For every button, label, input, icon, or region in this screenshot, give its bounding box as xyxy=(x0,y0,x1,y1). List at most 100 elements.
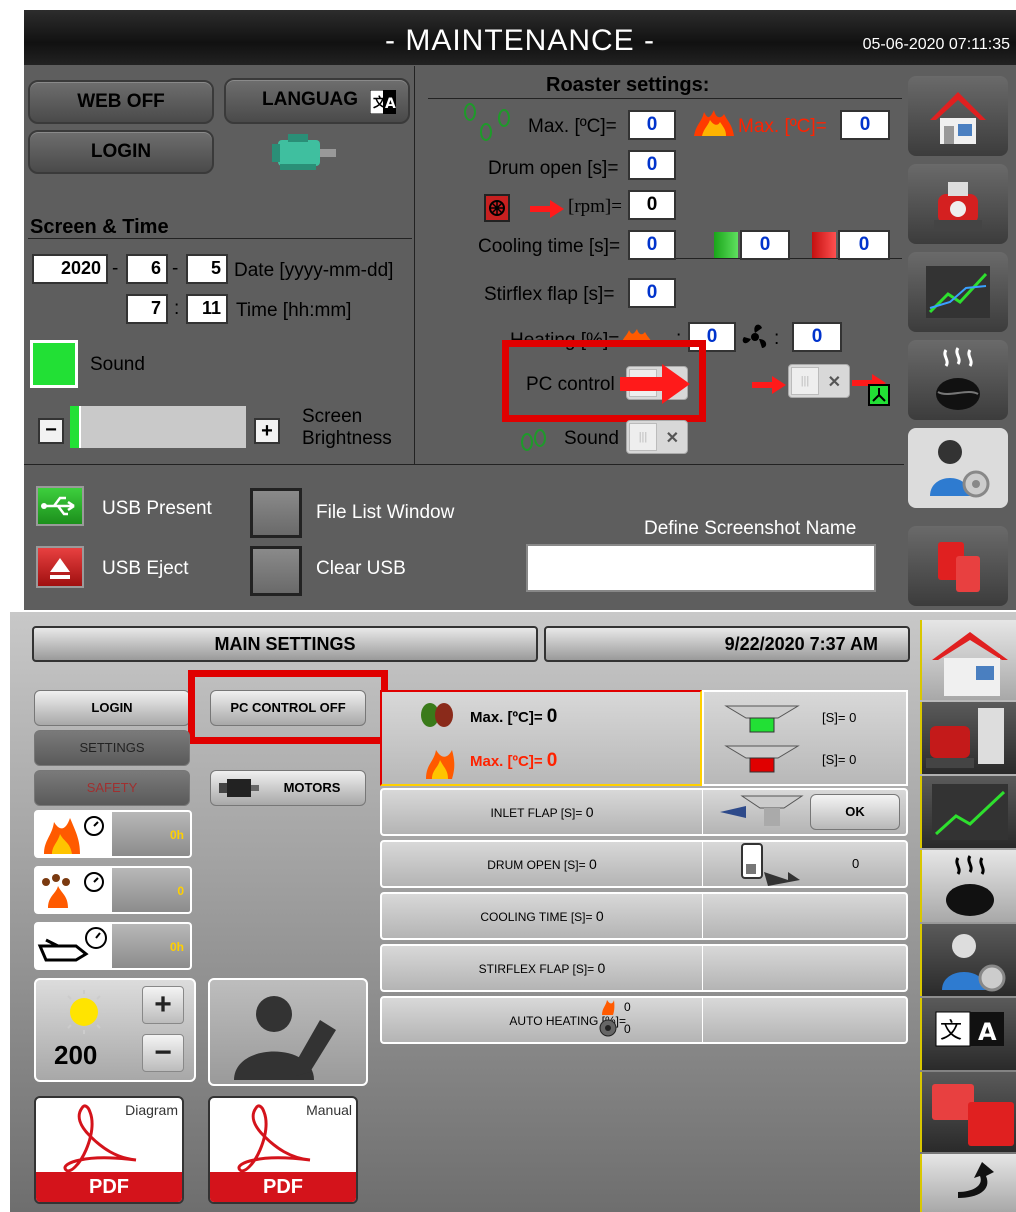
date-separator: - xyxy=(112,258,119,279)
stirflex-flap-label: STIRFLEX FLAP [S]= 0 xyxy=(382,960,702,976)
login-button[interactable]: LOGIN xyxy=(34,690,190,726)
nav-maintenance[interactable] xyxy=(908,428,1008,508)
screenshot-name-label: Define Screenshot Name xyxy=(644,518,857,539)
brightness-plus-button[interactable]: + xyxy=(142,986,184,1024)
diagram-pdf-button[interactable]: Diagram PDF xyxy=(34,1096,184,1204)
cooling-red-indicator xyxy=(812,232,836,258)
sound-toggle-2[interactable]: ||| ✕ xyxy=(626,420,688,454)
max-temp-field[interactable]: 0 xyxy=(628,110,676,140)
datetime-text: 9/22/2020 7:37 AM xyxy=(724,634,878,654)
file-list-window-label: File List Window xyxy=(316,502,455,523)
drum-open-field[interactable]: 0 xyxy=(628,150,676,180)
cooling-time-label: Cooling time [s]= xyxy=(478,236,621,257)
brightness-value: 200 xyxy=(54,1040,98,1070)
output-toggle[interactable]: ||| ✕ xyxy=(788,364,850,398)
minute-field[interactable]: 11 xyxy=(186,294,228,324)
value[interactable]: 0 xyxy=(596,908,604,924)
nav-roaster[interactable] xyxy=(908,164,1008,244)
nav-coffee[interactable] xyxy=(908,340,1008,420)
sun-icon xyxy=(62,990,106,1034)
language-button[interactable]: LANGUAG 文A xyxy=(224,78,410,124)
brightness-minus-button[interactable]: − xyxy=(142,1034,184,1072)
usb-eject-label: USB Eject xyxy=(102,558,189,579)
safety-button[interactable]: SAFETY xyxy=(34,770,190,806)
web-off-button[interactable]: WEB OFF xyxy=(28,80,214,124)
coffee-bean-icon xyxy=(946,855,994,916)
roaster-icon xyxy=(934,182,982,230)
oil-can-icon xyxy=(37,927,107,962)
stirflex-flap-field[interactable]: 0 xyxy=(628,278,676,308)
roast-count-counter: 0 xyxy=(34,866,192,914)
value[interactable]: 0 xyxy=(547,750,558,771)
stirflex-flap-label: Stirflex flap [s]= xyxy=(484,284,615,305)
max-fire-temp-field[interactable]: 0 xyxy=(840,110,890,140)
ok-button[interactable]: OK xyxy=(810,794,900,830)
heating-fan-field[interactable]: 0 xyxy=(792,322,842,352)
brightness-slider[interactable] xyxy=(70,406,246,448)
svg-text:文: 文 xyxy=(940,1019,962,1044)
motor-icon xyxy=(272,134,336,170)
flame-icon xyxy=(44,816,104,854)
nav-home[interactable] xyxy=(920,620,1016,700)
chart-icon xyxy=(926,266,990,318)
drum-open-label: DRUM OPEN [S]= 0 xyxy=(382,856,702,872)
fan-button[interactable] xyxy=(484,194,510,222)
maintenance-panel: - MAINTENANCE - 05-06-2020 07:11:35 WEB … xyxy=(24,10,1016,610)
login-button[interactable]: LOGIN xyxy=(28,130,214,174)
fan-blower-icon xyxy=(599,1019,617,1037)
nav-windows[interactable] xyxy=(908,526,1008,606)
time-colon: : xyxy=(174,298,180,319)
value[interactable]: 0 xyxy=(849,710,856,725)
nav-chart[interactable] xyxy=(908,252,1008,332)
nav-next[interactable] xyxy=(920,1154,1016,1212)
brightness-label: Brightness xyxy=(302,428,392,449)
stirflex-flap-row: STIRFLEX FLAP [S]= 0 xyxy=(380,944,908,992)
day-field[interactable]: 5 xyxy=(186,254,228,284)
sound-toggle[interactable] xyxy=(30,340,78,388)
nav-windows[interactable] xyxy=(920,1072,1016,1152)
max-fire-temp-label: Max. [ºC]= xyxy=(738,116,827,137)
hopper-panel: [S]= 0 [S]= 0 xyxy=(702,690,908,786)
wrench-clock-icon xyxy=(36,924,112,968)
nav-home[interactable] xyxy=(908,76,1008,156)
auto-heating-label: AUTO HEATING [%]= xyxy=(509,1014,626,1028)
divider xyxy=(702,894,703,938)
settings-button[interactable]: SETTINGS xyxy=(34,730,190,766)
brightness-plus-button[interactable]: + xyxy=(254,418,280,444)
year-field[interactable]: 2020 xyxy=(32,254,108,284)
nav-chart[interactable] xyxy=(920,776,1016,848)
nav-coffee[interactable] xyxy=(920,850,1016,922)
usb-present-icon xyxy=(36,486,84,526)
roaster-icon xyxy=(926,708,1004,768)
file-list-window-button[interactable] xyxy=(250,488,302,538)
month-field[interactable]: 6 xyxy=(126,254,168,284)
drum-open-label: Drum open [s]= xyxy=(488,158,619,179)
nav-language[interactable]: 文A xyxy=(920,998,1016,1070)
eject-icon xyxy=(50,558,70,579)
hopper-green-label: [S]= 0 xyxy=(822,710,856,725)
cooling-time-field[interactable]: 0 xyxy=(628,230,676,260)
cooling-green-field[interactable]: 0 xyxy=(740,230,790,260)
value[interactable]: 0 xyxy=(589,856,597,872)
screenshot-name-input[interactable] xyxy=(526,544,876,592)
hour-field[interactable]: 7 xyxy=(126,294,168,324)
manual-pdf-button[interactable]: Manual PDF xyxy=(208,1096,358,1204)
fan-icon xyxy=(489,200,505,216)
cooling-red-field[interactable]: 0 xyxy=(838,230,890,260)
hopper-green-icon xyxy=(724,705,800,733)
user-edit-button[interactable] xyxy=(208,978,368,1086)
nav-roaster[interactable] xyxy=(920,702,1016,774)
motors-button[interactable]: MOTORS xyxy=(210,770,366,806)
value[interactable]: 0 xyxy=(598,960,606,976)
nav-maintenance[interactable] xyxy=(920,924,1016,996)
rpm-field[interactable]: 0 xyxy=(628,190,676,220)
label: [S]= xyxy=(822,752,846,767)
clear-usb-button[interactable] xyxy=(250,546,302,596)
max-temp-label: Max. [ºC]= xyxy=(528,116,617,137)
usb-eject-button[interactable] xyxy=(36,546,84,588)
divider xyxy=(702,842,703,886)
value[interactable]: 0 xyxy=(586,804,594,820)
brightness-minus-button[interactable]: − xyxy=(38,418,64,444)
value[interactable]: 0 xyxy=(849,752,856,767)
value[interactable]: 0 xyxy=(547,706,558,727)
